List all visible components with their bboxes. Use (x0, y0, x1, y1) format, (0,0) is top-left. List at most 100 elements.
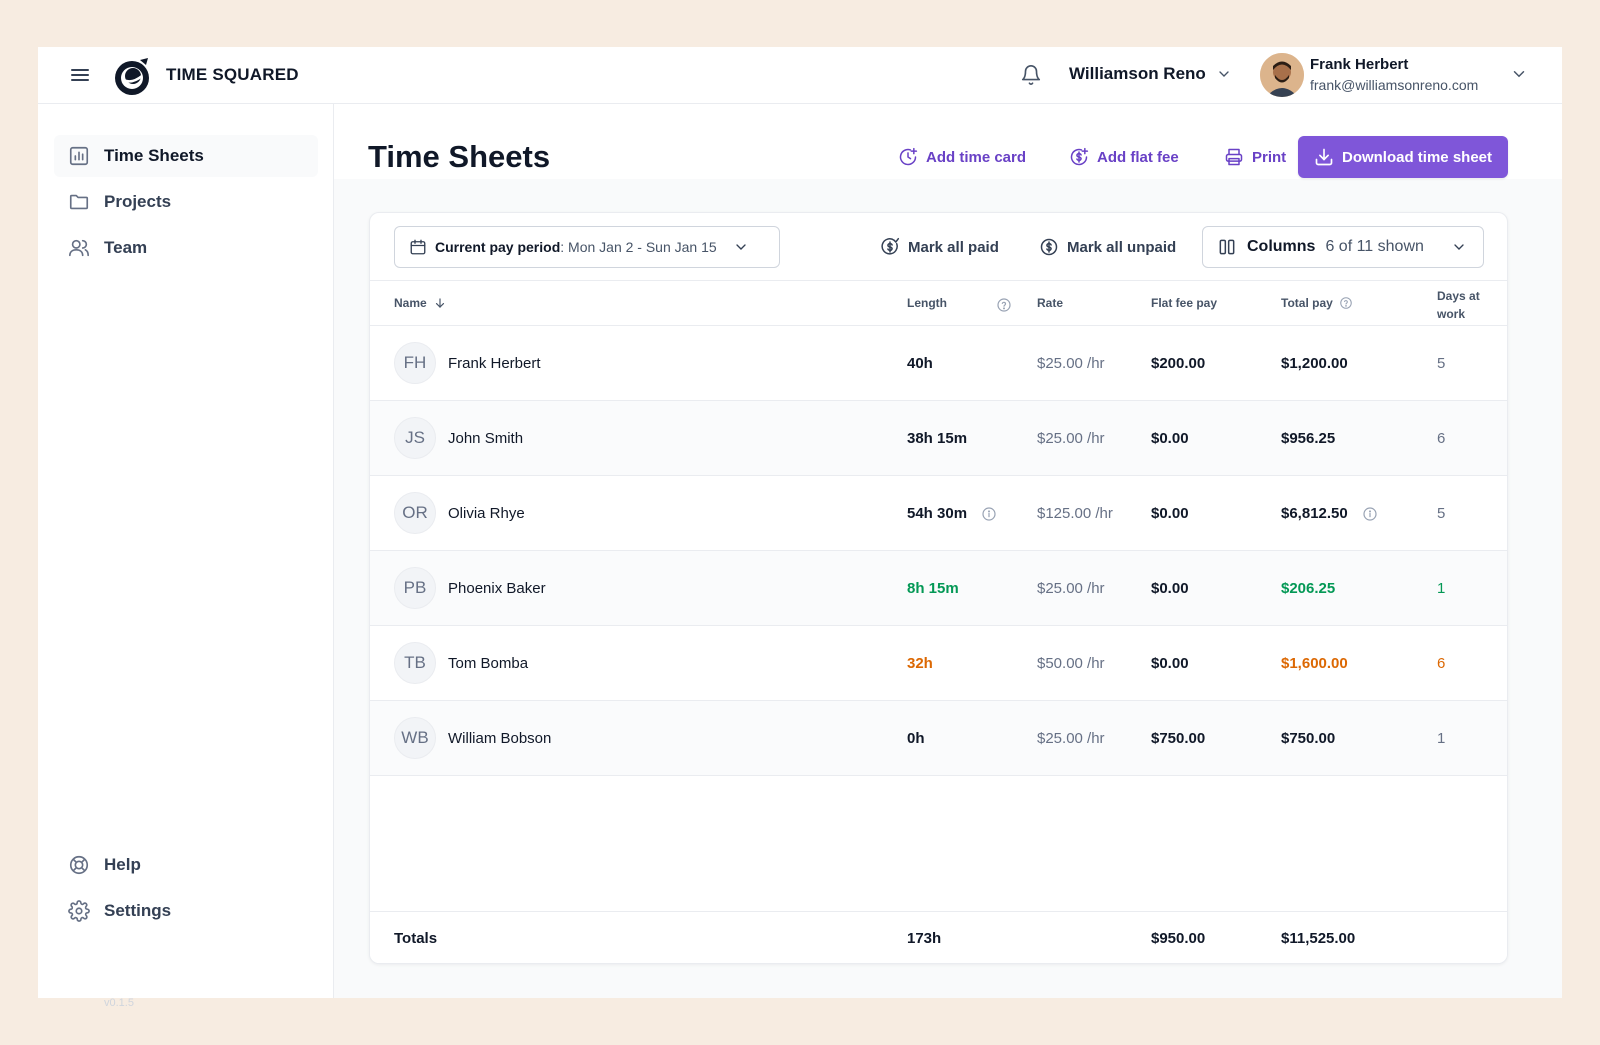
sidebar-item-help[interactable]: Help (54, 844, 318, 886)
org-switcher[interactable]: Williamson Reno (1069, 64, 1232, 84)
employee-name[interactable]: Tom Bomba (448, 655, 528, 672)
page-title: Time Sheets (368, 139, 551, 174)
avatar[interactable]: WB (394, 717, 436, 759)
column-header-length[interactable]: Length (907, 296, 947, 310)
time-squared-logo[interactable] (110, 54, 154, 98)
column-header-total-pay[interactable]: Total pay (1281, 296, 1353, 310)
columns-icon (1219, 239, 1235, 255)
length-cell: 0h (907, 730, 925, 747)
column-header-name[interactable]: Name (394, 296, 447, 310)
table-row[interactable]: TB Tom Bomba 32h $50.00 /hr $0.00 $1,600.00 6 (370, 626, 1507, 701)
users-icon (69, 239, 89, 257)
table-row[interactable]: JS John Smith 38h 15m $25.00 /hr $0.00 $956.2… (370, 401, 1507, 476)
add-time-card-button[interactable]: Add time card (898, 147, 1026, 167)
pay-period-selector[interactable]: Current pay period: Mon Jan 2 - Sun Jan … (394, 226, 780, 268)
table-row[interactable]: WB William Bobson 0h $25.00 /hr $750.00 $750.… (370, 701, 1507, 776)
column-header-flat-fee[interactable]: Flat fee pay (1151, 296, 1217, 310)
total-pay-cell: $1,200.00 (1281, 355, 1348, 372)
column-header-label: Name (394, 296, 427, 310)
sidebar-item-settings[interactable]: Settings (54, 890, 318, 932)
sidebar-item-label: Settings (104, 901, 172, 920)
mark-all-paid-button[interactable]: Mark all paid (880, 237, 999, 257)
total-pay-value: $6,812.50 (1281, 505, 1348, 522)
avatar[interactable]: OR (394, 492, 436, 534)
employee-name[interactable]: John Smith (448, 430, 523, 447)
bar-chart-icon (69, 146, 89, 166)
columns-selector[interactable]: Columns 6 of 11 shown (1202, 226, 1484, 268)
dollar-circle-icon (1040, 238, 1058, 256)
length-value: 8h 15m (907, 580, 959, 597)
total-pay-value: $1,600.00 (1281, 655, 1348, 672)
app-version: v0.1.5 (104, 997, 134, 1009)
totals-label: Totals (394, 930, 438, 947)
length-value: 38h 15m (907, 430, 968, 447)
employee-name[interactable]: Phoenix Baker (448, 580, 546, 597)
length-value: 0h (907, 730, 925, 747)
total-pay-cell: $956.25 (1281, 430, 1335, 447)
length-value: 32h (907, 655, 933, 672)
print-button[interactable]: Print (1224, 147, 1286, 167)
add-flat-fee-button[interactable]: Add flat fee (1069, 147, 1179, 167)
user-avatar[interactable] (1260, 53, 1304, 97)
sidebar-item-label: Projects (104, 192, 172, 211)
download-icon (1315, 148, 1333, 166)
brand-name: TIME SQUARED (166, 65, 299, 84)
help-circle-icon[interactable] (996, 297, 1012, 313)
menu-icon[interactable] (70, 66, 90, 84)
help-circle-icon[interactable] (1339, 296, 1353, 310)
avatar[interactable]: PB (394, 567, 436, 609)
flat-fee-cell: $200.00 (1151, 355, 1206, 372)
table-row[interactable]: OR Olivia Rhye 54h 30m $125.00 /hr $0.00 $6,8… (370, 476, 1507, 551)
sidebar-item-time-sheets[interactable]: Time Sheets (54, 135, 318, 177)
sidebar-item-team[interactable]: Team (54, 227, 318, 269)
calendar-icon (410, 239, 426, 255)
chevron-down-icon (736, 244, 746, 250)
add-flat-fee-label: Add flat fee (1097, 148, 1179, 166)
length-cell: 32h (907, 655, 933, 672)
print-label: Print (1252, 148, 1287, 166)
coin-plus-icon (1070, 147, 1089, 166)
employee-name[interactable]: William Bobson (448, 730, 551, 747)
bell-icon[interactable] (1020, 64, 1042, 86)
avatar[interactable]: FH (394, 342, 436, 384)
rate-cell: $25.00 /hr (1037, 430, 1105, 447)
download-time-sheet-button[interactable]: Download time sheet (1298, 136, 1508, 178)
employee-name[interactable]: Olivia Rhye (448, 505, 525, 522)
mark-all-unpaid-button[interactable]: Mark all unpaid (1039, 237, 1176, 257)
column-header-label: Flat fee pay (1151, 296, 1218, 310)
life-buoy-icon (69, 855, 89, 875)
org-name: Williamson Reno (1069, 64, 1206, 83)
gear-icon (68, 900, 90, 922)
rate-cell: $25.00 /hr (1037, 730, 1105, 747)
app-window: TIME SQUARED Williamson Reno Frank Herbe… (38, 47, 1562, 1009)
days-cell: 6 (1437, 430, 1446, 447)
column-header-days[interactable]: Days at work (1437, 287, 1497, 323)
dollar-check-icon (881, 237, 900, 255)
info-icon[interactable] (981, 506, 997, 522)
info-icon[interactable] (1362, 506, 1378, 522)
column-header-rate[interactable]: Rate (1037, 296, 1063, 310)
chevron-down-icon[interactable] (1510, 65, 1528, 83)
totals-row: Totals 173h $950.00 $11,525.00 (370, 911, 1507, 963)
flat-fee-cell: $0.00 (1151, 430, 1189, 447)
avatar[interactable]: TB (394, 642, 436, 684)
column-header-label: Length (907, 296, 947, 310)
mark-all-unpaid-label: Mark all unpaid (1067, 238, 1177, 256)
download-label: Download time sheet (1341, 148, 1493, 166)
top-bar: TIME SQUARED Williamson Reno Frank Herbe… (38, 47, 1562, 104)
flat-fee-cell: $0.00 (1151, 505, 1189, 522)
days-cell: 5 (1437, 505, 1446, 522)
employee-name[interactable]: Frank Herbert (448, 355, 541, 372)
sidebar-item-projects[interactable]: Projects (54, 181, 318, 223)
columns-count: 6 of 11 shown (1325, 238, 1424, 255)
total-pay-value: $956.25 (1281, 430, 1336, 447)
rate-cell: $50.00 /hr (1037, 655, 1105, 672)
totals-total-pay: $11,525.00 (1281, 930, 1356, 947)
arrow-down-icon (435, 298, 444, 308)
totals-flat-fee: $950.00 (1151, 930, 1206, 947)
avatar[interactable]: JS (394, 417, 436, 459)
table-row[interactable]: PB Phoenix Baker 8h 15m $25.00 /hr $0.00 $206… (370, 551, 1507, 626)
table-row[interactable]: FH Frank Herbert 40h $25.00 /hr $200.00 $1,20… (370, 326, 1507, 401)
clock-plus-icon (899, 147, 918, 166)
total-pay-value: $750.00 (1281, 730, 1336, 747)
